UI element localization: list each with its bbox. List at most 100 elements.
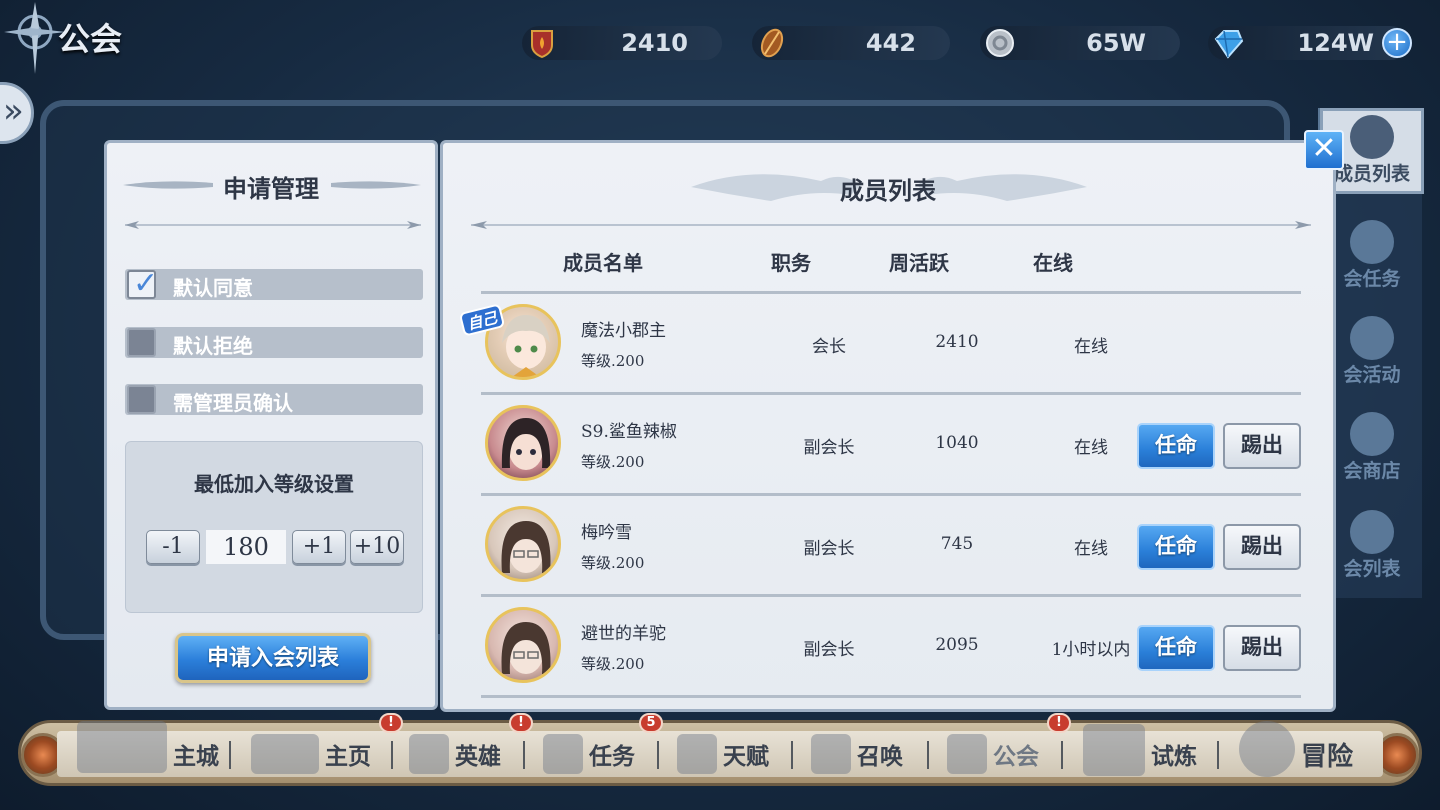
nav-badge: ! (1047, 713, 1071, 733)
nav-separator (791, 741, 793, 769)
member-row[interactable]: 自己 魔法小郡主 等级.200 会长 2410 在线 (458, 294, 1301, 395)
nav-separator (391, 741, 393, 769)
nav-home[interactable]: ! 主页 (251, 713, 403, 777)
member-level: 等级.200 (581, 554, 645, 572)
member-name: 梅吟雪 (581, 523, 632, 543)
member-weekly-activity: 745 (940, 534, 974, 554)
silver-coin-value: 65W (1086, 29, 1146, 57)
bottom-nav-inner: 主城 ! 主页 ! 英雄 5 任务 天赋 召唤 ! 公会 试炼 冒险 (57, 713, 1383, 777)
apply-management-panel: 申请管理 ✓ 默认同意 默认拒绝 需管理员确认 最低加入等级设置 -1 180 … (104, 140, 438, 710)
talent-icon (677, 734, 717, 774)
member-row[interactable]: 梅吟雪 等级.200 副会长 745 在线 任命 踢出 (481, 496, 1301, 597)
avatar-portrait-icon (501, 521, 551, 573)
member-online-status: 在线 (1074, 438, 1108, 458)
top-bar: 公会 2410 442 65W 124W + (0, 0, 1440, 90)
nav-badge: ! (509, 713, 533, 733)
guild-shield-icon (531, 30, 553, 59)
default-reject-option[interactable]: 默认拒绝 (125, 327, 423, 358)
column-header-weekly: 周活跃 (889, 251, 949, 275)
nav-trial[interactable]: 试炼 (1083, 724, 1197, 777)
coin-shop-icon (1350, 412, 1394, 456)
silver-coin-icon (986, 29, 1014, 57)
member-row[interactable]: S9.鲨鱼辣椒 等级.200 副会长 1040 在线 任命 踢出 (481, 395, 1301, 496)
option-label: 默认同意 (173, 276, 253, 300)
double-chevron-right-icon: » (3, 91, 24, 131)
nav-label: 英雄 (455, 743, 501, 770)
column-header-role: 职务 (771, 251, 811, 275)
list-emblem-icon (1350, 510, 1394, 554)
member-avatar (485, 607, 561, 683)
column-header-name: 成员名单 (563, 251, 643, 275)
add-gem-button[interactable]: + (1382, 28, 1412, 58)
min-level-input[interactable]: 180 (206, 530, 286, 564)
side-menu-label: 会任务 (1343, 268, 1401, 290)
nav-label: 召唤 (857, 743, 903, 770)
guild-icon (947, 734, 987, 774)
option-label: 默认拒绝 (173, 334, 253, 358)
member-role: 副会长 (803, 539, 855, 559)
admin-confirm-option[interactable]: 需管理员确认 (125, 384, 423, 415)
member-weekly-activity: 1040 (935, 433, 979, 453)
adventure-gear-icon (1239, 721, 1295, 777)
gem-value: 124W (1297, 29, 1374, 57)
castle-icon (77, 721, 167, 773)
admin-confirm-checkbox[interactable] (127, 385, 156, 414)
panel-divider (125, 221, 421, 229)
member-weekly-activity: 2410 (935, 332, 979, 352)
kick-button[interactable]: 踢出 (1223, 423, 1301, 469)
gem-counter: 124W (1208, 26, 1408, 60)
default-accept-option[interactable]: ✓ 默认同意 (125, 266, 423, 301)
members-icon (1350, 115, 1394, 159)
nav-separator (657, 741, 659, 769)
member-level: 等级.200 (581, 655, 645, 673)
nav-guild[interactable]: ! 公会 (947, 713, 1071, 777)
appoint-button[interactable]: 任命 (1137, 625, 1215, 671)
default-reject-checkbox[interactable] (127, 328, 156, 357)
close-button[interactable]: ✕ (1304, 130, 1344, 170)
level-plus-1-button[interactable]: +1 (292, 530, 346, 564)
nav-separator (229, 741, 231, 769)
expand-side-menu-button[interactable]: » (0, 82, 34, 144)
feather-token-value: 442 (865, 29, 916, 57)
nav-label: 任务 (589, 743, 635, 770)
option-label: 需管理员确认 (173, 391, 293, 415)
member-weekly-activity: 2095 (935, 635, 979, 655)
nav-adventure[interactable]: 冒险 (1239, 721, 1353, 777)
bottom-nav-bar: 主城 ! 主页 ! 英雄 5 任务 天赋 召唤 ! 公会 试炼 冒险 (18, 713, 1422, 786)
min-level-title: 最低加入等级设置 (194, 472, 354, 496)
level-minus-1-button[interactable]: -1 (146, 530, 200, 564)
nav-summon[interactable]: 召唤 (811, 731, 903, 777)
member-role: 副会长 (803, 640, 855, 660)
nav-hero[interactable]: ! 英雄 (409, 713, 533, 777)
member-name: 魔法小郡主 (581, 321, 666, 341)
hero-emblem-icon (409, 734, 449, 774)
appoint-button[interactable]: 任命 (1137, 423, 1215, 469)
apply-list-button[interactable]: 申请入会列表 (175, 633, 371, 683)
star-shield-icon (1350, 316, 1394, 360)
side-menu-label: 会商店 (1343, 460, 1401, 482)
side-menu-label: 会列表 (1343, 558, 1401, 580)
appoint-button[interactable]: 任命 (1137, 524, 1215, 570)
level-plus-10-button[interactable]: +10 (350, 530, 404, 564)
member-list-panel: 成员列表 成员名单 职务 周活跃 在线 自己 魔法小郡主 等级.200 会长 2… (440, 140, 1336, 712)
checkmark-icon: ✓ (133, 266, 159, 301)
member-list-title: 成员列表 (840, 176, 936, 205)
nav-badge: ! (379, 713, 403, 733)
member-level: 等级.200 (581, 352, 645, 370)
nav-main-city[interactable]: 主城 (77, 721, 219, 777)
avatar-portrait-icon (501, 622, 551, 674)
kick-button[interactable]: 踢出 (1223, 524, 1301, 570)
panel-divider (471, 221, 1311, 229)
book-icon (1350, 220, 1394, 264)
default-accept-checkbox[interactable]: ✓ (127, 266, 158, 301)
feather-token-counter: 442 (752, 26, 950, 60)
page-title: 公会 (58, 20, 123, 58)
nav-quest[interactable]: 5 任务 (543, 713, 663, 777)
member-row[interactable]: 避世的羊驼 等级.200 副会长 2095 1小时以内 任命 踢出 (481, 597, 1301, 698)
blue-gem-icon (1214, 30, 1244, 59)
nav-talent[interactable]: 天赋 (677, 731, 769, 777)
kick-button[interactable]: 踢出 (1223, 625, 1301, 671)
nav-separator (523, 741, 525, 769)
silver-coin-counter: 65W (980, 26, 1180, 60)
nav-label: 公会 (993, 743, 1039, 770)
